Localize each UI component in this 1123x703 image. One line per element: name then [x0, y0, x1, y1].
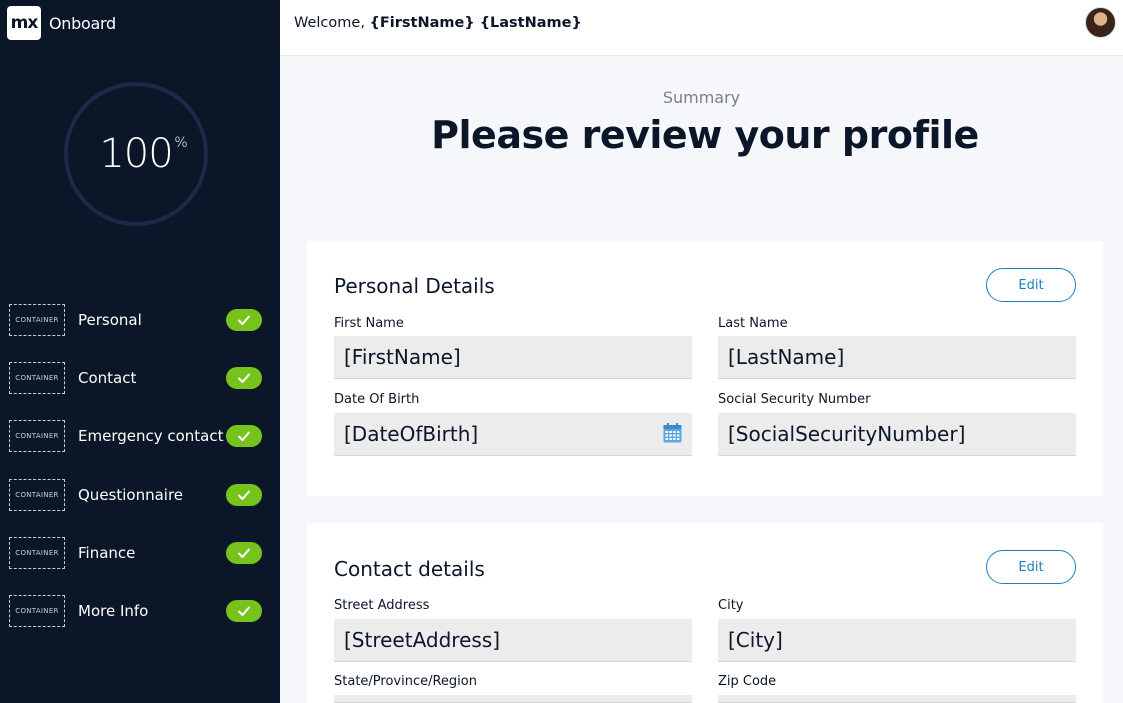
first-name-field[interactable]: [FirstName]	[334, 336, 692, 379]
container-placeholder: CONTAINER	[9, 304, 65, 337]
step-label: More Info	[78, 602, 149, 621]
progress-value: 100%	[99, 131, 187, 177]
step-contact[interactable]: CONTAINER Contact	[0, 349, 280, 407]
social-security-number-field[interactable]: [SocialSecurityNumber]	[718, 413, 1076, 456]
progress-unit: %	[174, 135, 187, 151]
page-subtitle: Summary	[662, 88, 741, 107]
field-label: Date Of Birth	[334, 392, 420, 407]
edit-contact-button[interactable]: Edit	[986, 550, 1076, 584]
step-label: Contact	[78, 369, 137, 388]
container-placeholder: CONTAINER	[9, 478, 65, 511]
check-icon	[226, 367, 262, 390]
avatar[interactable]	[1085, 7, 1116, 38]
field-label: Street Address	[334, 598, 430, 613]
sidebar: mx Onboard 100% CONTAINER Personal CONTA…	[0, 0, 280, 703]
card-title: Contact details	[334, 557, 485, 581]
field-label: City	[718, 598, 744, 613]
street-address-field[interactable]: [StreetAddress]	[334, 619, 692, 662]
progress-ring: 100%	[64, 82, 208, 226]
container-placeholder: CONTAINER	[9, 536, 65, 569]
date-of-birth-field[interactable]: [DateOfBirth]	[334, 413, 692, 456]
container-placeholder: CONTAINER	[9, 595, 65, 628]
step-personal[interactable]: CONTAINER Personal	[0, 291, 280, 349]
step-list: CONTAINER Personal CONTAINER Contact CON…	[0, 291, 280, 640]
field-label: Zip Code	[718, 674, 777, 689]
container-placeholder: CONTAINER	[9, 420, 65, 453]
app-name: Onboard	[49, 13, 116, 33]
field-label: Last Name	[718, 316, 788, 331]
step-questionnaire[interactable]: CONTAINER Questionnaire	[0, 466, 280, 524]
contact-details-card: Contact details Edit Street Address [Str…	[307, 523, 1103, 703]
check-icon	[226, 309, 262, 332]
field-label: State/Province/Region	[334, 674, 477, 689]
date-of-birth-value: [DateOfBirth]	[344, 422, 479, 446]
card-title: Personal Details	[334, 274, 495, 298]
step-label: Personal	[78, 311, 142, 330]
state-province-region-field[interactable]	[334, 695, 692, 703]
mx-logo: mx	[7, 6, 41, 40]
check-icon	[226, 425, 262, 448]
container-placeholder: CONTAINER	[9, 362, 65, 395]
check-icon	[226, 600, 262, 623]
top-header: Welcome, {FirstName} {LastName}	[280, 0, 1123, 56]
check-icon	[226, 483, 262, 506]
personal-details-card: Personal Details Edit First Name [FirstN…	[307, 241, 1103, 496]
step-finance[interactable]: CONTAINER Finance	[0, 524, 280, 582]
progress-number: 100	[99, 131, 173, 177]
edit-personal-button[interactable]: Edit	[986, 268, 1076, 302]
welcome-message: Welcome, {FirstName} {LastName}	[294, 15, 582, 31]
page-title: Please review your profile	[431, 113, 979, 157]
step-more-info[interactable]: CONTAINER More Info	[0, 582, 280, 640]
city-field[interactable]: [City]	[718, 619, 1076, 662]
check-icon	[226, 541, 262, 564]
brand[interactable]: mx Onboard	[7, 6, 116, 40]
last-name-field[interactable]: [LastName]	[718, 336, 1076, 379]
calendar-icon[interactable]	[663, 423, 682, 443]
field-label: First Name	[334, 316, 404, 331]
step-label: Finance	[78, 543, 136, 562]
welcome-prefix: Welcome,	[294, 15, 370, 31]
step-label: Emergency contact	[78, 427, 224, 446]
step-emergency-contact[interactable]: CONTAINER Emergency contact	[0, 407, 280, 465]
field-label: Social Security Number	[718, 392, 871, 407]
user-name: {FirstName} {LastName}	[369, 15, 582, 31]
zip-code-field[interactable]	[718, 695, 1076, 703]
step-label: Questionnaire	[78, 485, 184, 504]
